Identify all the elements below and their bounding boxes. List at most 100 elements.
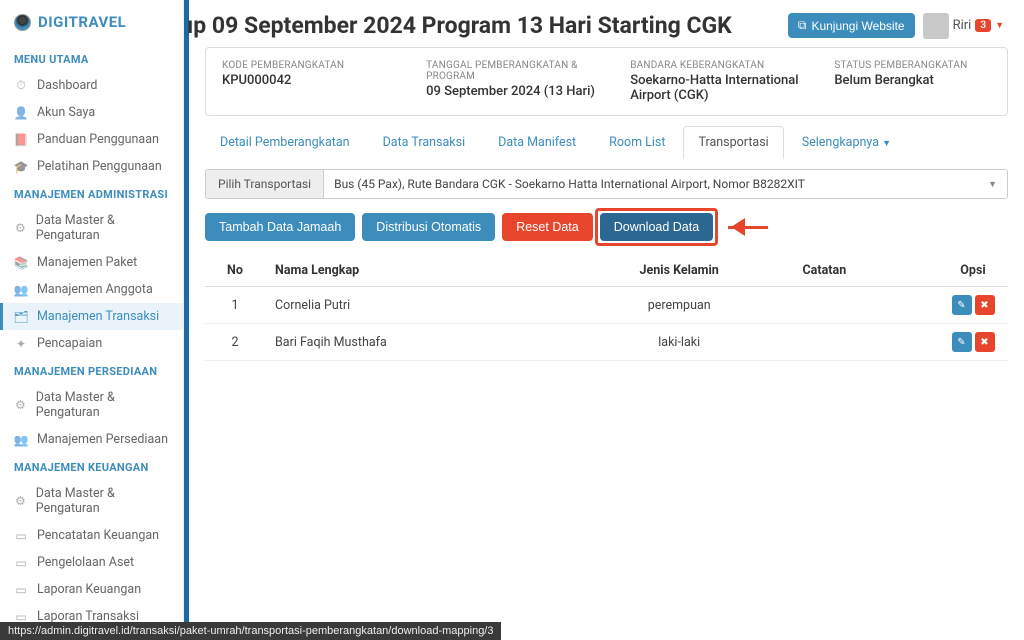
nav-pelatihan-icon: 🎓	[14, 160, 28, 174]
cell-opsi: ✎✖	[938, 287, 1008, 324]
chevron-down-icon: ▼	[882, 139, 891, 149]
brand[interactable]: DIGITRAVEL	[0, 10, 183, 45]
th-no: No	[205, 255, 265, 287]
brand-text: DIGITRAVEL	[38, 13, 126, 31]
nav-anggota-icon: 👥	[14, 283, 28, 297]
edit-icon[interactable]: ✎	[952, 295, 972, 315]
table-row: 1Cornelia Putriperempuan ✎✖	[205, 287, 1008, 324]
nav-dashboard[interactable]: ⏱ Dashboard	[0, 72, 183, 99]
tab-detail[interactable]: Detail Pemberangkatan	[205, 126, 365, 159]
sidebar-section-title: MANAJEMEN ADMINISTRASI	[0, 180, 183, 207]
tab-manifest[interactable]: Data Manifest	[483, 126, 591, 159]
nav-master-admin[interactable]: ⚙ Data Master & Pengaturan	[0, 207, 183, 249]
tambah-jamaah-button[interactable]: Tambah Data Jamaah	[205, 213, 355, 241]
nav-transaksi-label: Manajemen Transaksi	[37, 309, 159, 324]
info-kode-label: KODE PEMBERANGKATAN	[222, 60, 396, 71]
cell-no: 2	[205, 324, 265, 361]
nav-paket-icon: 📚	[14, 256, 28, 270]
user-menu[interactable]: Riri 3 ▼	[923, 13, 1004, 39]
nav-master-admin-label: Data Master & Pengaturan	[36, 213, 169, 243]
nav-pencapaian[interactable]: ✦ Pencapaian	[0, 330, 183, 357]
topbar: ıp 09 September 2024 Program 13 Hari Sta…	[189, 0, 1024, 47]
th-kelamin: Jenis Kelamin	[566, 255, 793, 287]
sidebar: DIGITRAVEL MENU UTAMA ⏱ Dashboard 👤 Akun Say…	[0, 0, 184, 640]
tab-transaksi[interactable]: Data Transaksi	[368, 126, 481, 159]
nav-transaksi-icon: 🗂	[14, 310, 28, 324]
nav-pencapaian-label: Pencapaian	[37, 336, 102, 351]
sidebar-section-title: MENU UTAMA	[0, 45, 183, 72]
tab-room[interactable]: Room List	[594, 126, 680, 159]
jamaah-table: No Nama Lengkap Jenis Kelamin Catatan Op…	[205, 255, 1008, 361]
nav-persediaan-label: Manajemen Persediaan	[37, 432, 168, 447]
info-status-label: STATUS PEMBERANGKATAN	[834, 60, 991, 71]
nav-paket[interactable]: 📚 Manajemen Paket	[0, 249, 183, 276]
highlight-annotation: Download Data	[595, 208, 718, 246]
avatar-icon	[923, 13, 949, 39]
nav-persediaan[interactable]: 👥 Manajemen Persediaan	[0, 426, 183, 453]
nav-panduan[interactable]: 📕 Panduan Penggunaan	[0, 126, 183, 153]
nav-akun[interactable]: 👤 Akun Saya	[0, 99, 183, 126]
nav-persediaan-icon: 👥	[14, 433, 28, 447]
nav-lap-keu[interactable]: ▭Laporan Keuangan	[0, 576, 183, 603]
user-name: Riri	[953, 18, 972, 33]
sidebar-section-title: MANAJEMEN PERSEDIAAN	[0, 357, 183, 384]
nav-anggota[interactable]: 👥 Manajemen Anggota	[0, 276, 183, 303]
nav-panduan-label: Panduan Penggunaan	[37, 132, 159, 147]
notification-badge: 3	[975, 19, 991, 32]
transport-select[interactable]: Pilih Transportasi Bus (45 Pax), Rute Ba…	[205, 169, 1008, 199]
distribusi-otomatis-button[interactable]: Distribusi Otomatis	[362, 213, 495, 241]
info-card: KODE PEMBERANGKATAN KPU000042 TANGGAL PE…	[205, 47, 1008, 116]
nav-dashboard-icon: ⏱	[14, 79, 28, 93]
th-nama: Nama Lengkap	[265, 255, 566, 287]
nav-master-stok-icon: ⚙	[14, 398, 27, 412]
tab-selengkapnya-label: Selengkapnya	[802, 135, 879, 150]
visit-website-button[interactable]: ⧉ Kunjungi Website	[788, 13, 915, 38]
cell-kelamin: laki-laki	[566, 324, 793, 361]
nav-akun-icon: 👤	[14, 106, 28, 120]
info-bandara-value: Soekarno-Hatta International Airport (CG…	[630, 73, 804, 103]
nav-lap-keu-icon: ▭	[14, 583, 28, 597]
arrow-annotation-icon	[728, 218, 745, 236]
cell-no: 1	[205, 287, 265, 324]
nav-panduan-icon: 📕	[14, 133, 28, 147]
delete-icon[interactable]: ✖	[975, 295, 995, 315]
delete-icon[interactable]: ✖	[975, 332, 995, 352]
nav-paket-label: Manajemen Paket	[37, 255, 137, 270]
nav-pelatihan[interactable]: 🎓Pelatihan Penggunaan	[0, 153, 183, 180]
nav-master-keu-label: Data Master & Pengaturan	[36, 486, 169, 516]
nav-pencatatan[interactable]: ▭Pencatatan Keuangan	[0, 522, 183, 549]
visit-website-label: Kunjungi Website	[811, 19, 904, 33]
cell-kelamin: perempuan	[566, 287, 793, 324]
nav-dashboard-label: Dashboard	[37, 78, 97, 93]
tabs: Detail Pemberangkatan Data Transaksi Dat…	[205, 126, 1008, 159]
edit-icon[interactable]: ✎	[952, 332, 972, 352]
nav-akun-label: Akun Saya	[37, 105, 95, 120]
download-data-button[interactable]: Download Data	[600, 213, 713, 241]
brand-icon	[14, 14, 31, 31]
tab-selengkapnya[interactable]: Selengkapnya ▼	[787, 126, 906, 159]
nav-pencapaian-icon: ✦	[14, 337, 28, 351]
info-status-value: Belum Berangkat	[834, 73, 991, 88]
page-title: ıp 09 September 2024 Program 13 Hari Sta…	[187, 12, 780, 39]
th-catatan: Catatan	[793, 255, 939, 287]
nav-transaksi[interactable]: 🗂 Manajemen Transaksi	[0, 303, 183, 330]
chevron-down-icon: ▼	[995, 20, 1004, 31]
nav-aset-icon: ▭	[14, 556, 28, 570]
cell-catatan	[793, 324, 939, 361]
info-tanggal-label: TANGGAL PEMBERANGKATAN & PROGRAM	[426, 60, 600, 82]
info-bandara-label: BANDARA KEBERANGKATAN	[630, 60, 804, 71]
cell-nama: Cornelia Putri	[265, 287, 566, 324]
cell-catatan	[793, 287, 939, 324]
tab-transportasi[interactable]: Transportasi	[683, 126, 783, 159]
nav-aset[interactable]: ▭Pengelolaan Aset	[0, 549, 183, 576]
info-kode-value: KPU000042	[222, 73, 396, 88]
nav-pencatatan-label: Pencatatan Keuangan	[37, 528, 159, 543]
cell-opsi: ✎✖	[938, 324, 1008, 361]
th-opsi: Opsi	[938, 255, 1008, 287]
transport-picker-label: Pilih Transportasi	[206, 170, 324, 198]
nav-master-stok[interactable]: ⚙Data Master & Pengaturan	[0, 384, 183, 426]
nav-master-keu[interactable]: ⚙Data Master & Pengaturan	[0, 480, 183, 522]
nav-master-admin-icon: ⚙	[14, 221, 27, 235]
nav-anggota-label: Manajemen Anggota	[37, 282, 153, 297]
reset-data-button[interactable]: Reset Data	[502, 213, 593, 241]
